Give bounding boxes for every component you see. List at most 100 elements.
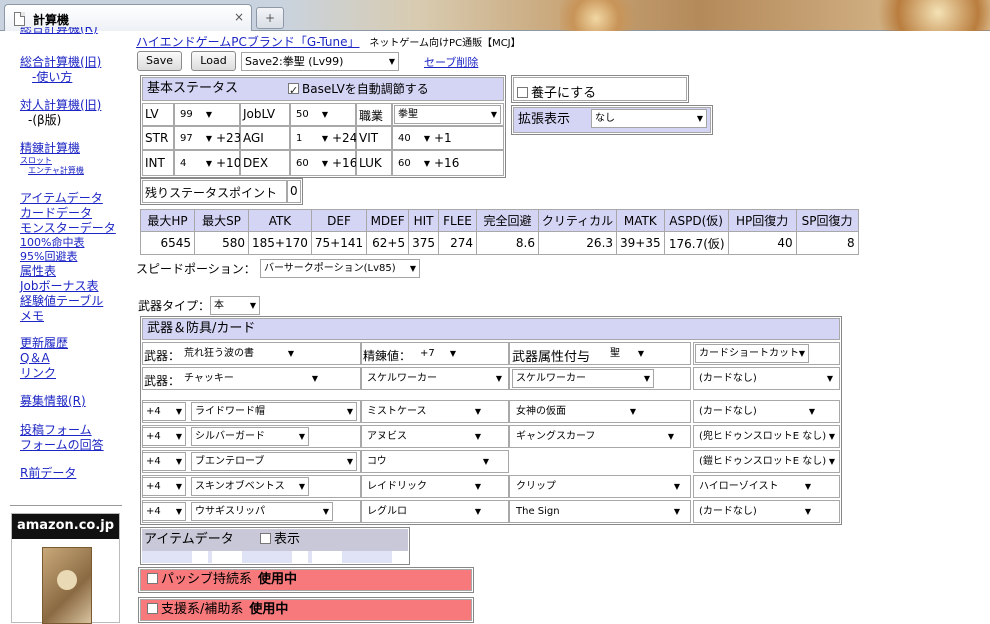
brand-link[interactable]: ハイエンドゲームPCブランド「G-Tune」 [136,35,360,49]
armor-card-select[interactable]: レグルロ ▼ [363,502,485,521]
chevron-down-icon: ▼ [322,507,329,516]
sidebar-link-form-answers[interactable]: フォームの回答 [20,436,104,453]
sidebar-link-refine-calc[interactable]: 精錬計算機 [20,139,80,156]
job-label: 職業 [359,109,384,123]
dex-select[interactable]: 60 ▼ [292,154,332,173]
armor-extra-select[interactable]: ギャングスカーフ ▼ [512,427,678,446]
card-slot-2-select[interactable]: スケルワーカー ▼ [512,369,654,388]
tab-title: 計算機 [33,13,70,27]
agi-select[interactable]: 1 ▼ [292,129,332,148]
equipment-header: 武器＆防具/カード [142,318,840,340]
armor-extra-select[interactable]: クリップ ▼ [512,477,684,496]
stat-header: 最大SP [194,209,249,232]
lv-label: LV [145,107,159,121]
vit-select[interactable]: 40 ▼ [394,129,434,148]
chevron-down-icon: ▼ [205,159,212,168]
chevron-down-icon: ▼ [298,432,305,441]
armor-extra-select[interactable]: 女神の仮面 ▼ [512,402,640,421]
armor-card-select[interactable]: ミストケース ▼ [363,402,485,421]
checkbox-icon [517,87,528,98]
save-slot-select[interactable]: Save2:拳聖 (Lv99) ▼ [241,52,399,71]
chevron-down-icon: ▼ [175,507,182,516]
card-slot-1-select[interactable]: スケルワーカー ▼ [363,369,506,388]
chevron-down-icon: ▼ [346,457,353,466]
card-slot-3-select[interactable]: (カードなし) ▼ [695,369,837,388]
armor-card2-select[interactable]: ハイローゾイスト ▼ [695,477,815,496]
browser-tab-bar: 計算機 × + [0,0,990,31]
stat-header: DEF [310,209,368,232]
int-label: INT [145,156,165,170]
sidebar-link-howto[interactable]: -使い方 [32,68,72,85]
armor-refine-select[interactable]: +4 ▼ [142,427,186,446]
save-button[interactable]: Save [137,51,182,71]
armor-card2-select[interactable]: (兜ヒドゥンスロットE なし) ▼ [695,427,839,446]
armor-card2-select[interactable]: (鎧ヒドゥンスロットE なし) ▼ [695,452,839,471]
element-label: 武器属性付与 [512,350,591,365]
item-data-header: アイテムデータ 表示 [142,529,408,551]
armor-card2-select[interactable]: (カードなし) ▼ [695,402,819,421]
auto-baselv-checkbox[interactable]: BaseLVを自動調節する [288,78,429,102]
armor-card-select[interactable]: アヌビス ▼ [363,427,485,446]
joblv-select[interactable]: 50 ▼ [292,105,332,124]
new-tab-button[interactable]: + [256,7,284,29]
speed-potion-select[interactable]: バーサークポーション(Lv85) ▼ [260,259,420,278]
card-shortcut-value: カードショートカット [699,348,799,359]
plus-icon: + [264,11,276,25]
checkbox-icon [260,533,271,544]
chevron-down-icon: ▼ [287,349,294,358]
auto-baselv-label: BaseLVを自動調節する [302,82,429,96]
chevron-down-icon: ▼ [804,482,811,491]
weapon-select[interactable]: 荒れ狂う波の書 ▼ [180,344,298,363]
sidebar-link-r-data[interactable]: R前データ [20,464,76,481]
armor-refine-select[interactable]: +4 ▼ [142,502,186,521]
int-select[interactable]: 4 ▼ [176,154,216,173]
weapon-type-select[interactable]: 本 ▼ [210,296,260,315]
luk-value: 60 [398,158,411,169]
card-shortcut-select[interactable]: カードショートカット ▼ [695,344,809,363]
armor-refine-select[interactable]: +4 ▼ [142,402,186,421]
support-skills-bar[interactable]: 支援系/補助系 使用中 [140,599,472,621]
stat-value: 39+35 [616,231,665,255]
armor-item-select[interactable]: ブエンテローブ ▼ [191,452,357,471]
adopt-checkbox[interactable]: 養子にする [517,82,596,101]
str-select[interactable]: 97 ▼ [176,129,216,148]
item-data-show-checkbox[interactable]: 表示 [260,529,300,550]
armor-card-select[interactable]: レイドリック ▼ [363,477,485,496]
refine-select[interactable]: +7 ▼ [416,344,460,363]
job-select[interactable]: 拳聖 ▼ [394,105,501,124]
armor-card2-value: (カードなし) [699,406,757,417]
amazon-ad[interactable]: amazon.co.jp [11,513,120,624]
weapon2-select[interactable]: チャッキー ▼ [180,369,322,388]
armor-card-value: レイドリック [367,481,427,492]
sidebar-link-enchant[interactable]: エンチャ計算機 [28,165,84,176]
lv-select[interactable]: 99 ▼ [176,105,216,124]
document-icon [14,12,25,26]
armor-item-value: シルバーガード [195,431,265,442]
book-cover-image[interactable] [42,547,92,624]
sidebar-link-links[interactable]: リンク [20,364,56,381]
armor-item-select[interactable]: シルバーガード ▼ [191,427,309,446]
armor-card-value: アヌビス [367,431,407,442]
armor-item-select[interactable]: スキンオブベントス ▼ [191,477,309,496]
armor-item-select[interactable]: ウサギスリッパ ▼ [191,502,333,521]
sidebar-link-memo[interactable]: メモ [20,307,44,324]
passive-skills-bar[interactable]: パッシブ持続系 使用中 [140,569,472,591]
extended-view-select[interactable]: なし ▼ [591,109,707,128]
stats-value-row: 6545 580 185+170 75+141 62+5 375 274 8.6… [140,231,859,255]
sidebar-link-cut[interactable]: 総合計算機(R) [20,27,98,36]
luk-select[interactable]: 60 ▼ [394,154,434,173]
delete-save-link[interactable]: セーブ削除 [424,54,478,70]
vit-label: VIT [359,131,379,145]
sidebar-link-recruit[interactable]: 募集情報(R) [20,392,86,409]
load-button[interactable]: Load [191,51,236,71]
armor-refine-select[interactable]: +4 ▼ [142,477,186,496]
armor-extra-select[interactable]: The Sign ▼ [512,502,684,521]
stat-value: 62+5 [366,231,410,255]
armor-refine-select[interactable]: +4 ▼ [142,452,186,471]
armor-card2-select[interactable]: (カードなし) ▼ [695,502,815,521]
armor-card-select[interactable]: コウ ▼ [363,452,493,471]
armor-item-select[interactable]: ライドワード帽 ▼ [191,402,357,421]
close-icon[interactable]: × [234,10,244,24]
extended-view-value: なし [595,113,615,124]
element-select[interactable]: 聖 ▼ [606,344,648,363]
